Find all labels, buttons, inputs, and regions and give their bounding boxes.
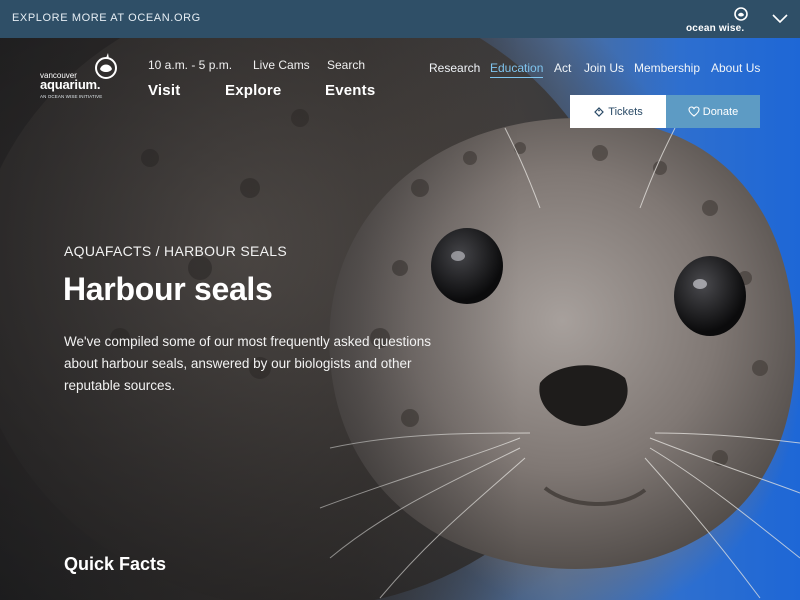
- top-bar: EXPLORE MORE AT OCEAN.ORG ocean wise.: [0, 0, 800, 38]
- orca-icon: [95, 53, 117, 79]
- tickets-button[interactable]: Tickets: [570, 95, 666, 128]
- hero-section: vancouver aquarium. AN OCEAN WISE INITIA…: [0, 38, 800, 600]
- hours-text: 10 a.m. - 5 p.m.: [148, 58, 233, 72]
- nav-education[interactable]: Education: [490, 61, 544, 78]
- ocean-wise-logo[interactable]: ocean wise.: [684, 6, 750, 34]
- ticket-icon: [594, 106, 605, 117]
- breadcrumb: AQUAFACTS / HARBOUR SEALS: [64, 243, 287, 259]
- nav-research[interactable]: Research: [429, 61, 480, 75]
- nav-about-us[interactable]: About Us: [711, 61, 760, 75]
- ocean-wise-wordmark: ocean wise.: [686, 23, 745, 34]
- nav-join-us[interactable]: Join Us: [584, 61, 624, 75]
- donate-label: Donate: [702, 105, 739, 118]
- explore-ocean-link[interactable]: EXPLORE MORE AT OCEAN.ORG: [12, 12, 201, 24]
- logo-line2: aquarium.: [40, 77, 101, 92]
- search-link[interactable]: Search: [327, 58, 365, 72]
- nav-visit[interactable]: Visit: [148, 82, 180, 99]
- heart-icon: [688, 106, 700, 117]
- donate-button[interactable]: Donate: [666, 95, 760, 128]
- nav-explore[interactable]: Explore: [225, 82, 281, 99]
- page-title: Harbour seals: [63, 271, 273, 307]
- live-cams-link[interactable]: Live Cams: [253, 58, 310, 72]
- ocean-wise-whale-icon: [734, 7, 748, 21]
- chevron-down-icon[interactable]: [770, 10, 790, 28]
- logo-tagline: AN OCEAN WISE INITIATIVE: [40, 94, 103, 99]
- nav-membership[interactable]: Membership: [634, 61, 700, 75]
- tickets-label: Tickets: [608, 105, 643, 118]
- nav-events[interactable]: Events: [325, 82, 375, 99]
- intro-paragraph: We've compiled some of our most frequent…: [64, 334, 432, 393]
- vancouver-aquarium-logo[interactable]: vancouver aquarium. AN OCEAN WISE INITIA…: [38, 53, 118, 115]
- nav-act[interactable]: Act: [554, 61, 571, 75]
- quick-facts-heading: Quick Facts: [64, 554, 167, 574]
